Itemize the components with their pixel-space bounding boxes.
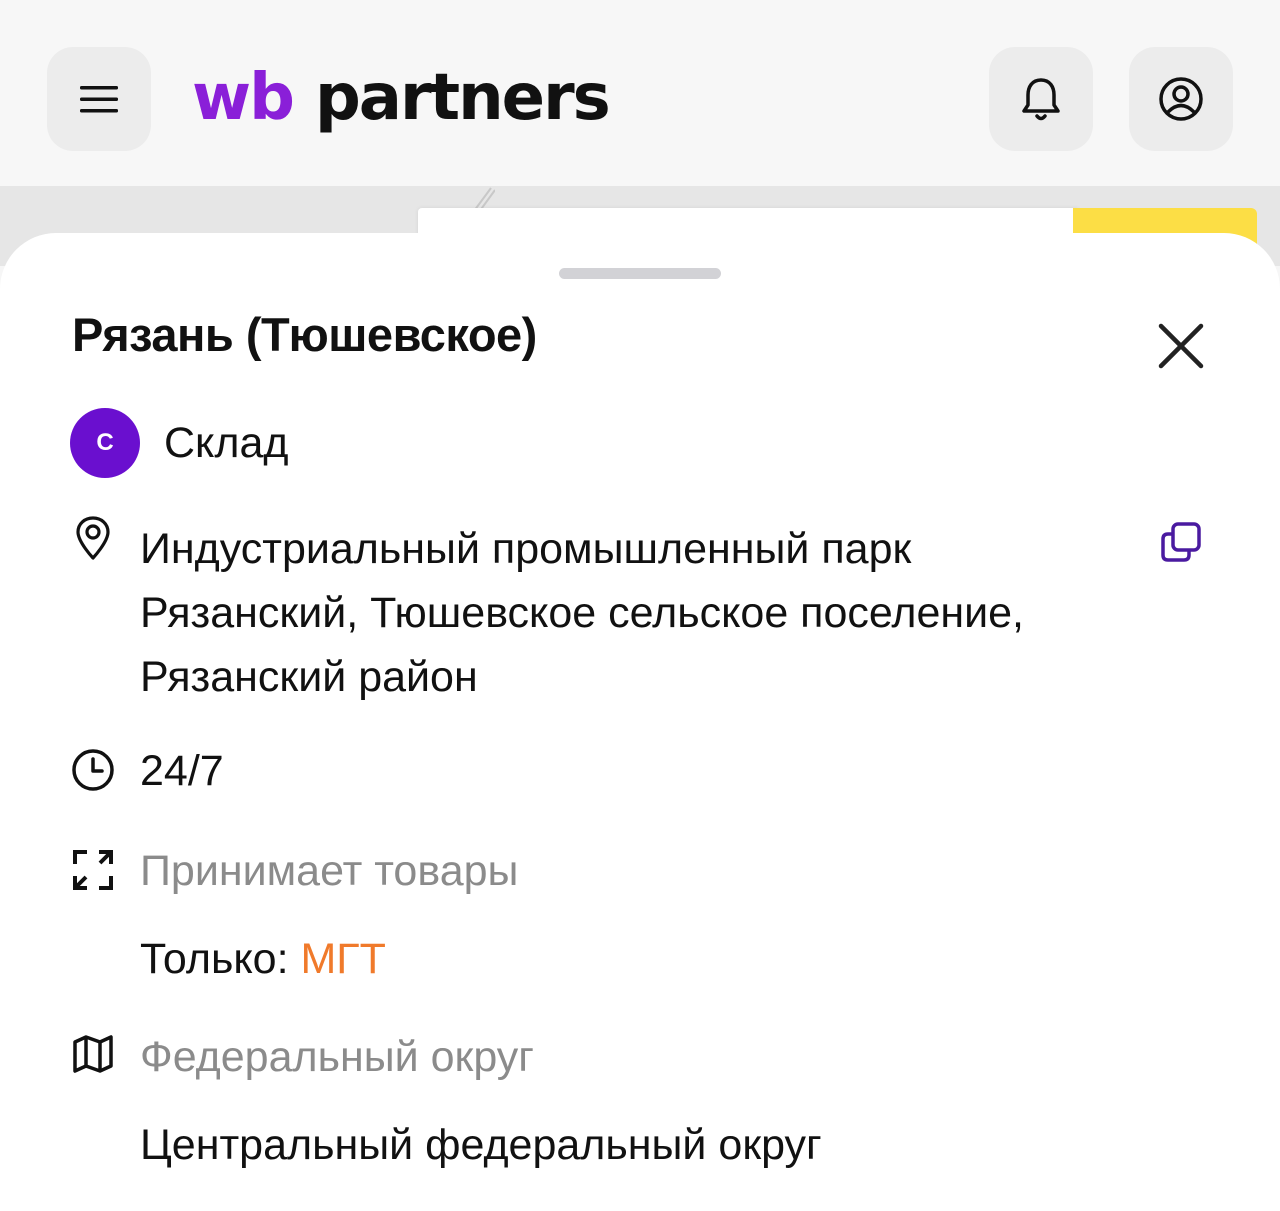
hamburger-menu-icon <box>80 86 118 113</box>
warehouse-type-row: С Склад <box>70 408 288 478</box>
menu-button[interactable] <box>47 47 151 151</box>
app-page: wb partners Рязань (Тюшевское) С Склад И… <box>0 0 1280 1211</box>
only-prefix: Только: <box>140 935 289 983</box>
working-hours: 24/7 <box>140 747 224 795</box>
clock-icon <box>70 747 116 793</box>
warehouse-address: Индустриальный промышленный парк Рязанск… <box>140 525 1024 701</box>
logo-partners: partners <box>314 61 611 135</box>
close-button[interactable] <box>1152 317 1210 375</box>
goods-type-mgt: МГТ <box>300 935 386 983</box>
user-profile-icon <box>1159 77 1203 121</box>
close-icon <box>1158 323 1204 369</box>
size-expand-icon <box>70 847 116 893</box>
warehouse-type-label: Склад <box>164 418 289 467</box>
logo-wb: wb <box>192 61 295 135</box>
federal-district-value: Центральный федеральный округ <box>140 1121 822 1169</box>
warehouse-title: Рязань (Тюшевское) <box>72 308 537 361</box>
accepts-goods-label: Принимает товары <box>140 847 519 895</box>
bell-icon <box>1022 78 1060 121</box>
profile-button[interactable] <box>1129 47 1233 151</box>
warehouse-type-badge: С <box>70 408 140 478</box>
location-pin-icon <box>70 515 116 561</box>
sheet-drag-handle[interactable] <box>559 268 721 279</box>
accepts-goods-value: Только: МГТ <box>140 929 386 989</box>
top-header: wb partners <box>0 0 1280 186</box>
map-icon <box>70 1031 116 1077</box>
copy-icon <box>1161 522 1201 562</box>
federal-district-label: Федеральный округ <box>140 1033 534 1081</box>
copy-address-button[interactable] <box>1158 519 1204 565</box>
wb-partners-logo[interactable]: wb partners <box>192 58 611 138</box>
notifications-button[interactable] <box>989 47 1093 151</box>
warehouse-info-sheet: Рязань (Тюшевское) С Склад Индустриальны… <box>0 233 1280 1211</box>
